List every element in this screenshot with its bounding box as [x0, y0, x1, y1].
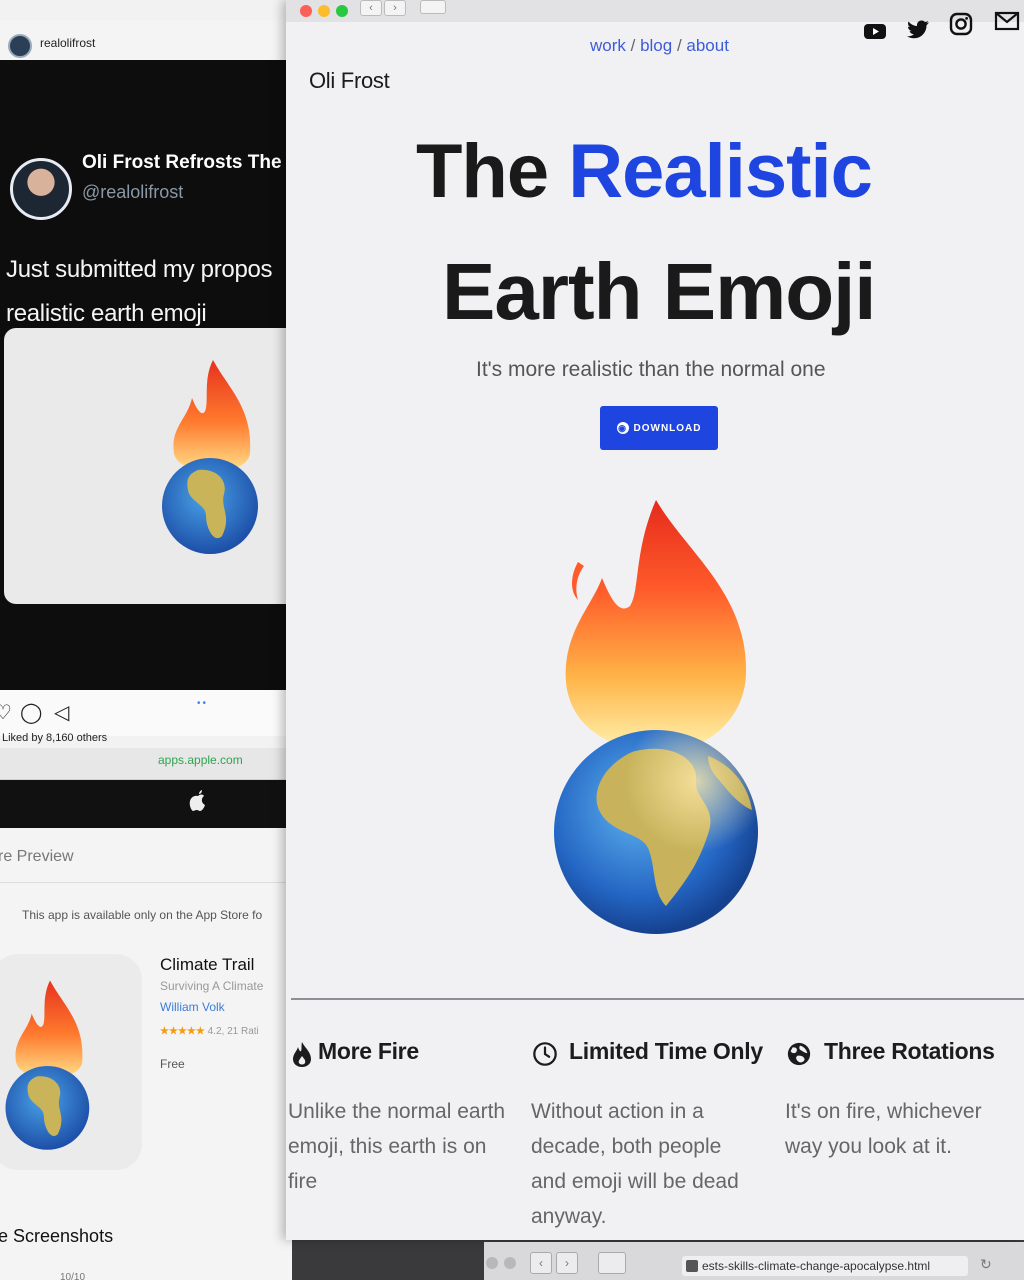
app-name[interactable]: Climate Trail: [160, 955, 254, 975]
developer-link[interactable]: William Volk: [160, 1000, 225, 1014]
burning-earth-emoji-icon: [5, 980, 90, 1150]
nav-link-work[interactable]: work: [590, 36, 626, 55]
reload-icon[interactable]: ↻: [980, 1256, 992, 1273]
nav-separator: /: [672, 36, 687, 55]
tweet-avatar: [10, 158, 72, 220]
site-logo[interactable]: Oli Frost: [309, 68, 390, 94]
youtube-icon[interactable]: [862, 18, 888, 44]
date-fragment: 10/10: [60, 1272, 86, 1280]
download-button-label: DOWNLOAD: [633, 422, 702, 434]
hero-title: The Realistic: [416, 128, 936, 215]
back-arrow-icon[interactable]: ‹: [360, 0, 382, 16]
feature-title: Limited Time Only: [569, 1038, 763, 1064]
avatar[interactable]: [8, 34, 32, 58]
feature-description: Without action in a decade, both people …: [531, 1100, 739, 1228]
store-header: [0, 780, 292, 828]
hero-subtitle: It's more realistic than the normal one: [476, 358, 826, 381]
hero-title-line2: Earth Emoji: [442, 247, 877, 336]
post-action-bar: [0, 690, 292, 736]
section-heading-preview: re Preview: [0, 848, 74, 865]
back-arrow-icon[interactable]: ‹: [530, 1252, 552, 1274]
address-bar[interactable]: ests-skills-climate-change-apocalypse.ht…: [682, 1256, 968, 1276]
sidebar-toggle-icon[interactable]: [598, 1252, 626, 1274]
zoom-window-button[interactable]: [336, 5, 348, 17]
sidebar-toggle-icon[interactable]: [420, 0, 446, 14]
feature-description: It's on fire, whichever way you look at …: [785, 1100, 982, 1158]
nav-link-blog[interactable]: blog: [640, 36, 672, 55]
tweet-author-name: Oli Frost Refrosts The P: [82, 152, 292, 173]
app-rating: ★★★★★ 4.2, 21 Rati: [160, 1026, 259, 1037]
hero-title-part: The: [416, 129, 569, 214]
tweet-author-handle: @realolifrost: [82, 182, 184, 202]
tweet-text: Just submitted my propos realistic earth…: [6, 256, 273, 327]
globe-icon: [787, 1042, 811, 1066]
features-divider: [291, 998, 1024, 1000]
twitter-icon[interactable]: [906, 16, 932, 42]
post-username[interactable]: realolifrost: [40, 36, 95, 50]
burning-earth-emoji-icon: [162, 360, 258, 554]
likes-count: Liked by 8,160 others: [2, 732, 108, 744]
share-icon[interactable]: ◁: [54, 700, 69, 725]
rating-text: 4.2, 21 Rati: [207, 1026, 259, 1037]
background-browser-window: realolifrost Oli Frost Refrosts The P @r…: [0, 0, 292, 1280]
download-icon: ◉: [616, 422, 629, 434]
section-heading-screenshots: e Screenshots: [0, 1226, 114, 1246]
minimize-window-button[interactable]: [318, 5, 330, 17]
hero-title-accent: Realistic: [568, 129, 873, 214]
address-bar[interactable]: apps.apple.com: [158, 753, 243, 767]
window-control-button[interactable]: [504, 1257, 516, 1269]
heart-icon[interactable]: ♡: [0, 700, 12, 725]
app-price: Free: [160, 1057, 185, 1071]
divider: [0, 882, 292, 883]
window-control-button[interactable]: [486, 1257, 498, 1269]
download-button[interactable]: ◉ DOWNLOAD: [600, 406, 718, 450]
burning-earth-emoji-icon: [554, 500, 758, 934]
app-subtitle: Surviving A Climate: [160, 979, 264, 993]
availability-note: This app is available only on the App St…: [22, 908, 263, 922]
mail-icon[interactable]: [994, 8, 1020, 34]
feature-title: Three Rotations: [824, 1038, 995, 1064]
forward-arrow-icon[interactable]: ›: [384, 0, 406, 16]
feature-title: More Fire: [318, 1038, 419, 1064]
close-window-button[interactable]: [300, 5, 312, 17]
site-nav: work / blog / about: [590, 36, 729, 56]
flame-icon: [293, 1042, 311, 1067]
nav-link-about[interactable]: about: [686, 36, 729, 55]
browser-toolbar: [0, 748, 292, 780]
forward-arrow-icon[interactable]: ›: [556, 1252, 578, 1274]
site-favicon-icon: [686, 1260, 698, 1272]
apple-logo-icon[interactable]: [189, 790, 207, 812]
rating-stars: ★★★★★: [160, 1026, 205, 1037]
feature-description: Unlike the normal earth emoji, this eart…: [288, 1100, 506, 1193]
carousel-dots: ••: [197, 698, 209, 709]
clock-icon: [533, 1042, 557, 1066]
comment-icon[interactable]: ◯: [20, 700, 42, 725]
nav-separator: /: [625, 36, 641, 55]
instagram-icon[interactable]: [948, 11, 974, 37]
